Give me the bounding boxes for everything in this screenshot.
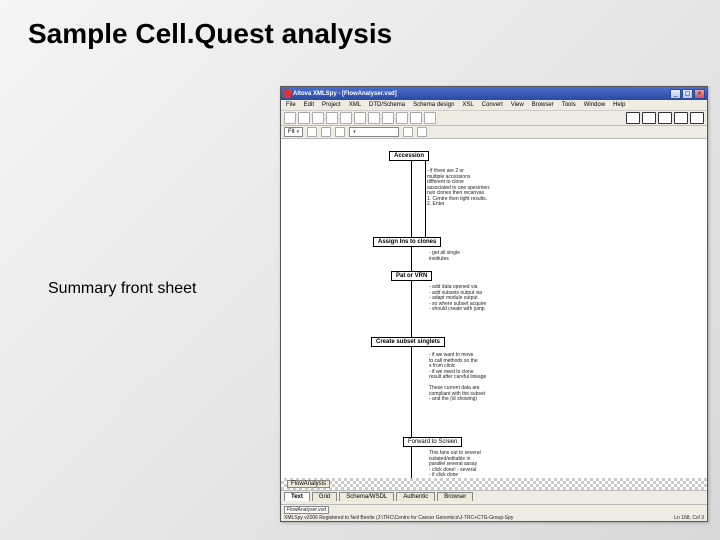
toolbar-button[interactable] — [354, 112, 366, 124]
toolbar-secondary: Fit — [281, 126, 707, 139]
toolbar-button[interactable] — [658, 112, 672, 124]
toolbar-button[interactable] — [335, 127, 345, 137]
tab-text[interactable]: Text — [284, 492, 310, 501]
toolbar-button[interactable] — [642, 112, 656, 124]
box-assign[interactable]: Assign Ins to clones — [373, 237, 441, 247]
page-tab-flowanalysis[interactable]: FlowAnalysis — [287, 480, 330, 488]
menubar: File Edit Project XML DTD/Schema Schema … — [281, 100, 707, 111]
note: - get all single institutes — [429, 251, 460, 262]
note: - if there are 2 or multiple accessions … — [427, 169, 490, 208]
maximize-button[interactable]: ▢ — [682, 89, 693, 99]
toolbar-button[interactable] — [626, 112, 640, 124]
zoom-dropdown[interactable]: Fit — [284, 127, 303, 137]
tab-grid[interactable]: Grid — [312, 492, 337, 501]
menu-view[interactable]: View — [511, 102, 524, 108]
tab-authentic[interactable]: Authentic — [396, 492, 435, 501]
box-accession[interactable]: Accession — [389, 151, 429, 161]
summary-caption: Summary front sheet — [48, 280, 197, 298]
toolbar-main — [281, 111, 707, 126]
close-button[interactable]: × — [694, 89, 705, 99]
toolbar-button[interactable] — [403, 127, 413, 137]
note: This fans out to several isolated/editab… — [429, 451, 481, 479]
toolbar-button[interactable] — [326, 112, 338, 124]
statusbar: FlowAnalyser.vsd XMLSpy v2006 Registered… — [281, 504, 707, 522]
note: - if we want to move to call methods so … — [429, 353, 486, 403]
file-tab[interactable]: FlowAnalyser.vsd — [284, 506, 329, 514]
menu-xml[interactable]: XML — [349, 102, 361, 108]
toolbar-button[interactable] — [382, 112, 394, 124]
tab-browser[interactable]: Browser — [437, 492, 473, 501]
app-icon — [283, 90, 291, 98]
box-create[interactable]: Create subset singlets — [371, 337, 445, 347]
box-forward[interactable]: Forward to Screen — [403, 437, 462, 447]
view-tabbar: Text Grid Schema/WSDL Authentic Browser — [281, 490, 707, 504]
toolbar-button[interactable] — [674, 112, 688, 124]
menu-window[interactable]: Window — [584, 102, 605, 108]
page-title: Sample Cell.Quest analysis — [0, 0, 720, 50]
page-boundary — [281, 478, 707, 490]
menu-dtd[interactable]: DTD/Schema — [369, 102, 405, 108]
toolbar-button[interactable] — [284, 112, 296, 124]
diagram-canvas[interactable]: Accession - if there are 2 or multiple a… — [281, 139, 707, 490]
view-dropdown[interactable] — [349, 127, 399, 137]
toolbar-button[interactable] — [410, 112, 422, 124]
status-text: XMLSpy v2006 Registered to Neil Bentle (… — [284, 515, 513, 521]
menu-convert[interactable]: Convert — [482, 102, 503, 108]
menu-help[interactable]: Help — [613, 102, 625, 108]
menu-file[interactable]: File — [286, 102, 296, 108]
menu-browser[interactable]: Browser — [532, 102, 554, 108]
toolbar-button[interactable] — [690, 112, 704, 124]
minimize-button[interactable]: _ — [670, 89, 681, 99]
toolbar-button[interactable] — [396, 112, 408, 124]
toolbar-button[interactable] — [417, 127, 427, 137]
note: - add data opened via - add subsets outp… — [429, 285, 486, 313]
toolbar-button[interactable] — [424, 112, 436, 124]
menu-tools[interactable]: Tools — [562, 102, 576, 108]
toolbar-button[interactable] — [340, 112, 352, 124]
cursor-position: Ln 168, Col 3 — [674, 515, 704, 521]
menu-project[interactable]: Project — [322, 102, 341, 108]
toolbar-button[interactable] — [368, 112, 380, 124]
toolbar-button[interactable] — [307, 127, 317, 137]
box-patvrn[interactable]: Pat or VRN — [391, 271, 432, 281]
app-window: Altova XMLSpy - [FlowAnalyser.vsd] _ ▢ ×… — [280, 86, 708, 522]
menu-xsl[interactable]: XSL — [462, 102, 473, 108]
window-title: Altova XMLSpy - [FlowAnalyser.vsd] — [293, 91, 397, 97]
menu-edit[interactable]: Edit — [304, 102, 314, 108]
toolbar-button[interactable] — [321, 127, 331, 137]
toolbar-button[interactable] — [312, 112, 324, 124]
toolbar-button[interactable] — [298, 112, 310, 124]
menu-schema[interactable]: Schema design — [413, 102, 454, 108]
tab-schema[interactable]: Schema/WSDL — [339, 492, 394, 501]
titlebar: Altova XMLSpy - [FlowAnalyser.vsd] _ ▢ × — [281, 87, 707, 100]
